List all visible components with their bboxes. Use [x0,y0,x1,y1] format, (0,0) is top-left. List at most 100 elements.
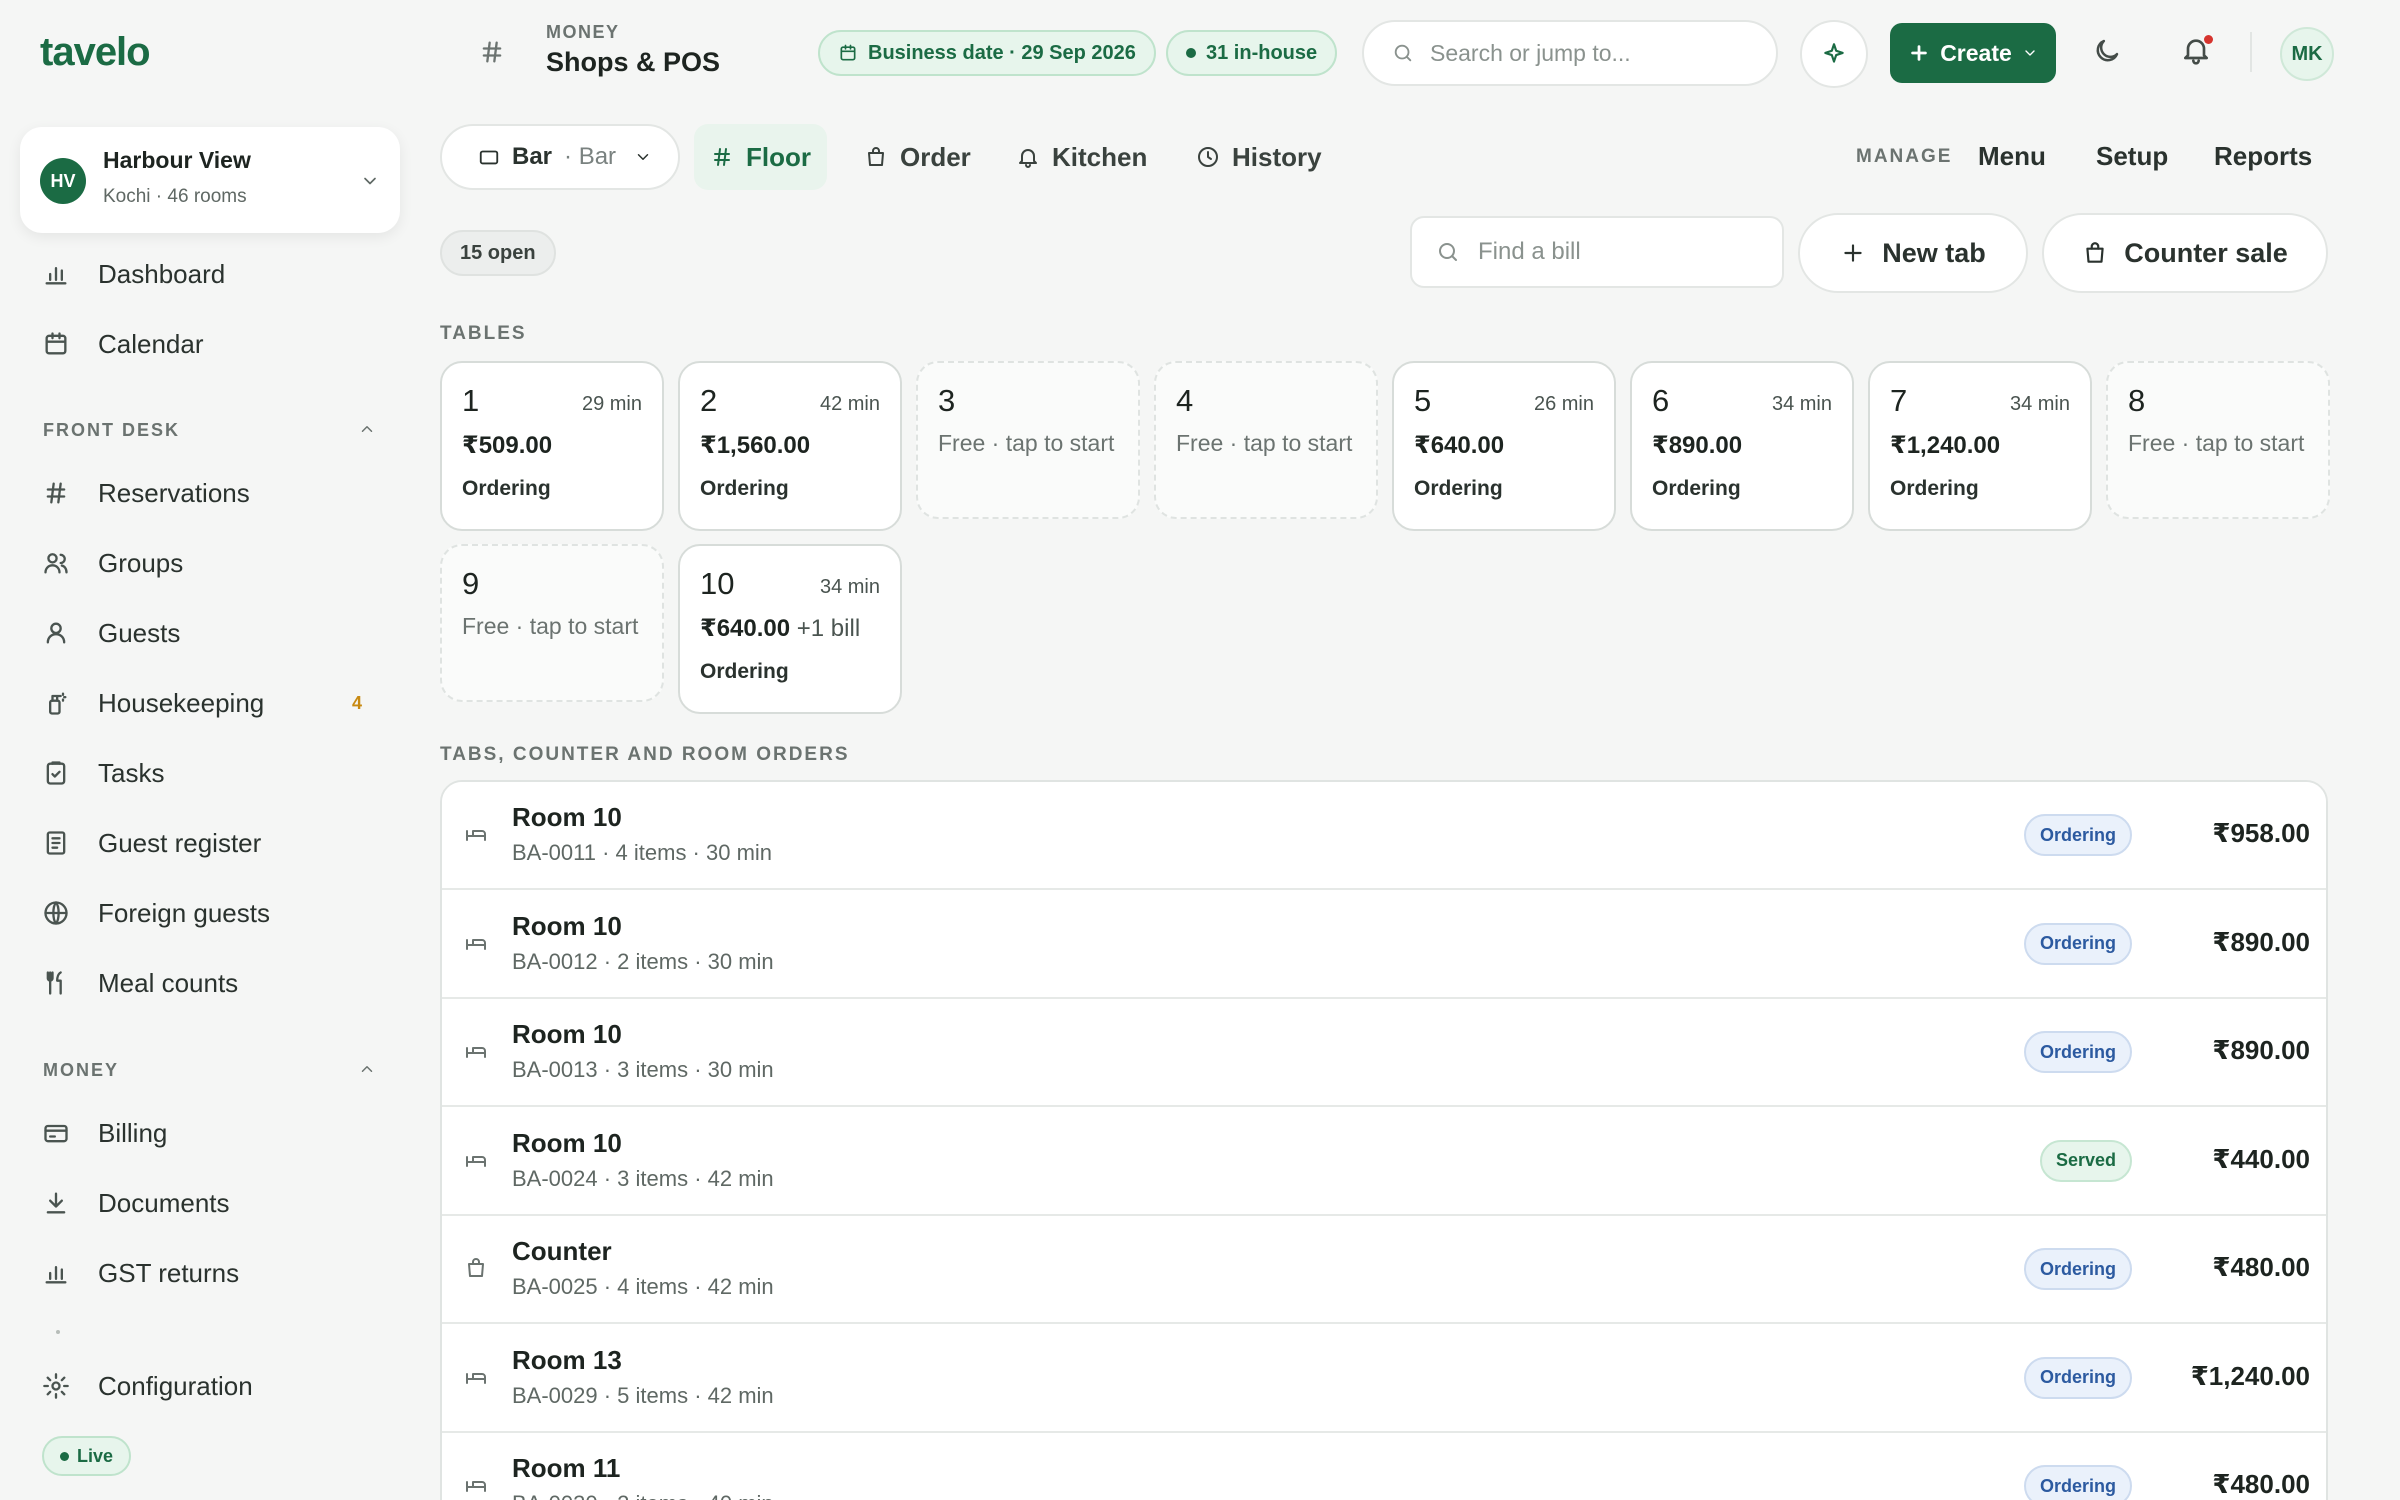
property-switcher[interactable]: HV Harbour View Kochi · 46 rooms [20,127,400,233]
table-card[interactable]: 3 Free · tap to start [916,361,1140,519]
chevron-up-icon[interactable] [358,1060,376,1078]
avatar[interactable]: MK [2280,27,2334,81]
table-status: Ordering [462,477,551,500]
bell-icon [1019,149,1037,168]
order-row[interactable]: Room 10 BA-0011 · 4 items · 30 min Orderin… [442,782,2326,890]
create-button[interactable]: Create [1890,23,2056,83]
sidebar-item-foreign-guests[interactable]: Foreign guests [42,893,270,933]
find-bill-placeholder: Find a bill [1478,238,1581,265]
table-elapsed: 34 min [2009,393,2070,415]
divider [2250,32,2252,72]
property-initials: HV [40,158,86,204]
order-row[interactable]: Room 10 BA-0024 · 3 items · 42 min Served ₹… [442,1107,2326,1216]
bed-icon [464,931,488,955]
notification-dot [2204,35,2213,44]
order-row[interactable]: Room 11 BA-0030 · 2 items · 40 min Orderin… [442,1433,2326,1500]
reports-link[interactable]: Reports [2214,141,2312,172]
order-amount: ₹440.00 [2212,1143,2310,1174]
dark-mode-toggle-icon[interactable] [2092,36,2122,66]
status-badge: Ordering [2023,1356,2132,1399]
tab-label: Kitchen [1052,141,1148,172]
global-search-input[interactable]: Search or jump to... [1362,20,1778,86]
sidebar-item-reservations[interactable]: Reservations [42,473,250,513]
order-row[interactable]: Counter BA-0025 · 4 items · 42 min Orderin… [442,1216,2326,1324]
order-name: Room 10 [512,802,622,832]
sidebar-item-documents[interactable]: Documents [42,1183,230,1223]
shopping-bag-icon [464,1256,488,1280]
table-card[interactable]: 4 Free · tap to start [1154,361,1378,519]
table-elapsed: 34 min [819,576,880,598]
sidebar-item-gst-returns[interactable]: GST returns [42,1253,239,1293]
users-icon [42,549,72,577]
sidebar-item-configuration[interactable]: Configuration [42,1366,253,1406]
sidebar-item-tasks[interactable]: Tasks [42,753,164,793]
business-date-pill[interactable]: Business date · 29 Sep 2026 [818,30,1156,76]
page-title: Shops & POS [546,47,721,77]
table-amount-row: ₹1,560.00 [700,431,810,460]
tab-kitchen[interactable]: Kitchen [1000,124,1163,190]
table-number: 1 [462,383,480,418]
ai-assistant-button[interactable] [1800,20,1868,88]
table-number: 6 [1652,383,1670,418]
status-badge: Ordering [2023,922,2132,965]
order-name: Room 11 [512,1453,621,1483]
sidebar-item-guests[interactable]: Guests [42,613,180,653]
outlet-select[interactable]: Bar · Bar [440,124,680,190]
nav-section-front-desk[interactable]: FRONT DESK [43,420,180,441]
sidebar-item-label: Documents [98,1187,230,1218]
bed-icon [464,822,488,846]
table-card[interactable]: 6 34 min ₹890.00 Ordering [1630,361,1854,531]
tab-order[interactable]: Order [848,124,987,190]
tab-history[interactable]: History [1180,124,1338,190]
sidebar-item-label: GST returns [98,1257,240,1288]
sidebar-item-groups[interactable]: Groups [42,543,183,583]
sidebar-item-guest-register[interactable]: Guest register [42,823,261,863]
table-number: 4 [1176,383,1194,418]
counter-sale-button[interactable]: Counter sale [2042,213,2328,293]
order-name: Room 10 [512,910,622,941]
chevron-up-icon[interactable] [358,420,376,438]
sidebar-item-billing[interactable]: Billing [42,1113,167,1153]
order-row[interactable]: Room 13 BA-0029 · 5 items · 42 min Orderin… [442,1324,2326,1433]
table-card[interactable]: 5 26 min ₹640.00 Ordering [1392,361,1616,531]
sidebar-item-label: Dashboard [98,258,226,289]
chevron-down-icon [637,154,649,160]
sidebar-item-housekeeping[interactable]: Housekeeping [42,683,264,723]
setup-link[interactable]: Setup [2096,141,2168,172]
breadcrumb-section: MONEY [546,22,620,42]
table-card[interactable]: 2 42 min ₹1,560.00 Ordering [678,361,902,531]
bed-icon [464,1148,488,1172]
table-card[interactable]: 9 Free · tap to start [440,544,664,702]
table-number: 2 [700,383,718,418]
table-number: 5 [1414,383,1432,418]
status-badge: Ordering [2023,1031,2132,1073]
table-amount-row: ₹640.00 [1414,431,1504,460]
table-card[interactable]: 1 29 min ₹509.00 Ordering [440,361,664,531]
status-badge: Served [2039,1139,2132,1182]
find-bill-input[interactable]: Find a bill [1410,216,1784,288]
in-house-text: 31 in-house [1206,41,1318,64]
nav-section-money[interactable]: MONEY [43,1060,119,1081]
new-tab-button[interactable]: New tab [1798,213,2028,293]
order-details: BA-0030 · 2 items · 40 min [512,1491,774,1500]
table-card[interactable]: 10 34 min ₹640.00 +1 bill Ordering [678,544,902,714]
in-house-pill[interactable]: 31 in-house [1166,30,1338,76]
download-icon [42,1189,72,1217]
order-row[interactable]: Room 10 BA-0013 · 3 items · 30 min Orderin… [442,999,2326,1107]
sidebar-item-meal-counts[interactable]: Meal counts [42,963,238,1003]
order-details: BA-0025 · 4 items · 42 min [512,1274,774,1299]
sidebar-item-dashboard[interactable]: Dashboard [42,254,225,294]
tab-floor[interactable]: Floor [694,124,827,190]
new-tab-label: New tab [1882,237,1986,268]
order-row[interactable]: Room 10 BA-0012 · 2 items · 30 min Orderin… [442,890,2326,999]
table-number: 9 [462,566,480,601]
app-logo[interactable]: tavelo [40,30,151,75]
table-status: Ordering [1652,477,1741,500]
tab-label: Floor [746,141,811,172]
order-amount: ₹480.00 [2212,1252,2310,1282]
sidebar-item-calendar[interactable]: Calendar [42,324,204,364]
table-card[interactable]: 8 Free · tap to start [2106,361,2330,519]
table-card[interactable]: 7 34 min ₹1,240.00 Ordering [1868,361,2092,531]
hash-icon [714,148,730,166]
menu-link[interactable]: Menu [1978,141,2046,172]
